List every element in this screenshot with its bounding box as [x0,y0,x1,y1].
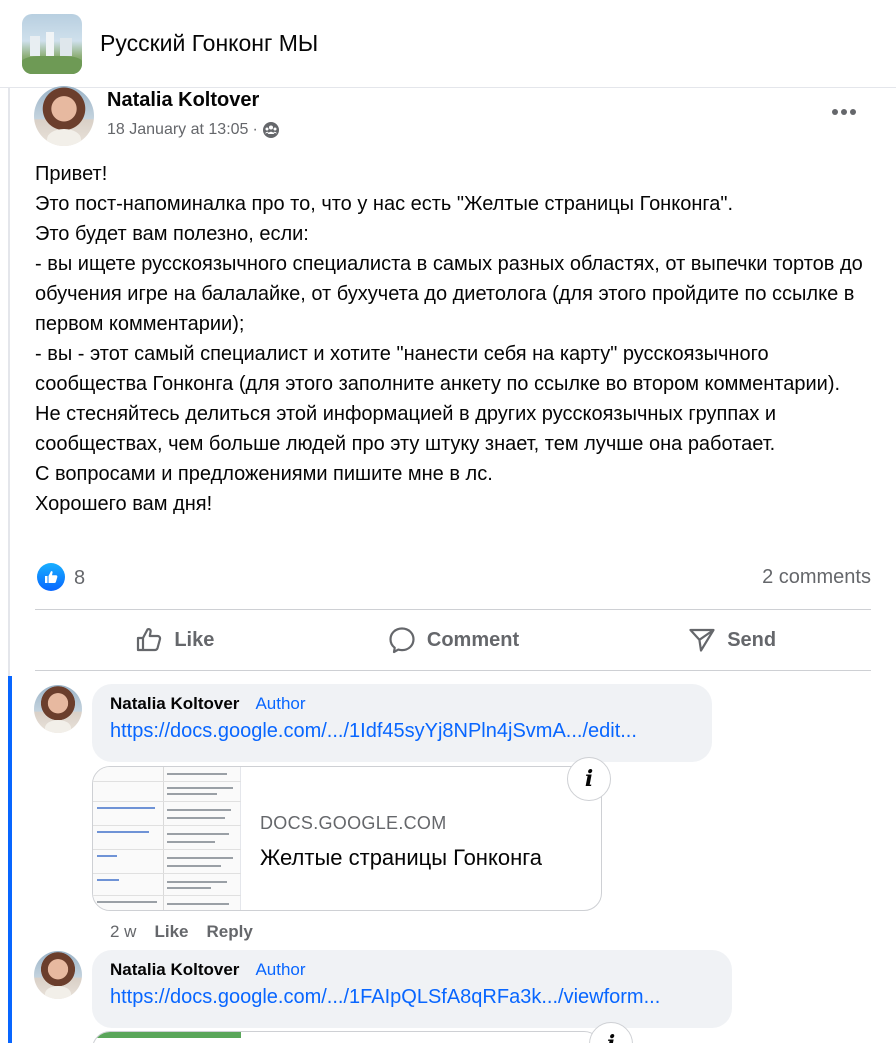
send-button-label: Send [727,628,777,651]
link-preview-title: Желтые страницы Гонконга [260,845,542,870]
comment-author-avatar[interactable] [34,685,82,733]
actions-bottom-divider [35,670,871,671]
like-button[interactable]: Like [35,610,314,670]
more-dot-icon [841,109,847,115]
thumbs-up-outline-icon [137,628,162,652]
comment-author-avatar[interactable] [34,951,82,999]
comment-header: Natalia Koltover Author [110,694,694,714]
group-title[interactable]: Русский Гонконг МЫ [100,30,318,57]
link-preview-thumbnail [93,767,241,910]
info-icon[interactable]: i [567,757,611,801]
post-timestamp[interactable]: 18 January at 13:05 [107,121,248,139]
comment-author-name[interactable]: Natalia Koltover [110,960,239,980]
send-button[interactable]: Send [592,610,871,670]
post-body: Привет! Это пост-напоминалка про то, что… [35,159,875,519]
like-reaction-icon[interactable] [37,563,65,591]
post-actions-bar: Like Comment Send [35,610,871,670]
comment-bubble-icon [389,627,415,654]
post-timestamp-row: 18 January at 13:05 · [107,121,280,139]
link-preview-thumbnail [93,1032,241,1038]
comment-header: Natalia Koltover Author [110,960,714,980]
comment-bubble: Natalia Koltover Author https://docs.goo… [92,950,732,1028]
comments-count-link[interactable]: 2 comments [762,566,871,589]
like-button-label: Like [174,628,215,651]
thumbs-up-icon [45,571,58,583]
comment-button-label: Comment [426,628,520,651]
comment-author-name[interactable]: Natalia Koltover [110,694,239,714]
reaction-count[interactable]: 8 [74,567,85,590]
comment-link[interactable]: https://docs.google.com/.../1FAIpQLSfA8q… [110,986,714,1009]
post-text: Привет! Это пост-напоминалка про то, что… [35,163,863,515]
send-icon [689,628,715,652]
more-dot-icon [850,109,856,115]
timestamp-separator: · [252,121,258,138]
comment-link[interactable]: https://docs.google.com/.../1Idf45syYj8N… [110,720,694,743]
author-badge: Author [255,694,306,713]
group-cover-thumbnail[interactable] [22,14,82,74]
link-preview-card[interactable]: DOCS.GOOGLE.COM Желтые страницы Гонконга [92,766,602,911]
comment-bubble: Natalia Koltover Author https://docs.goo… [92,684,712,762]
post-more-options-button[interactable] [828,96,860,128]
link-preview-card[interactable] [92,1031,602,1043]
group-header: Русский Гонконг МЫ [0,0,896,88]
comment-like-button[interactable]: Like [154,922,188,942]
author-badge: Author [255,960,306,979]
post-author-avatar[interactable] [34,86,94,146]
members-audience-icon[interactable] [262,121,280,139]
more-dot-icon [832,109,838,115]
comment-button[interactable]: Comment [314,610,593,670]
post-author-name[interactable]: Natalia Koltover [107,89,259,112]
link-preview-domain: DOCS.GOOGLE.COM [260,813,447,833]
comments-thread-rail [8,676,12,1043]
comment-meta: 2 w Like Reply [110,922,253,942]
comment-reply-button[interactable]: Reply [207,922,253,942]
comment-age[interactable]: 2 w [110,922,136,942]
